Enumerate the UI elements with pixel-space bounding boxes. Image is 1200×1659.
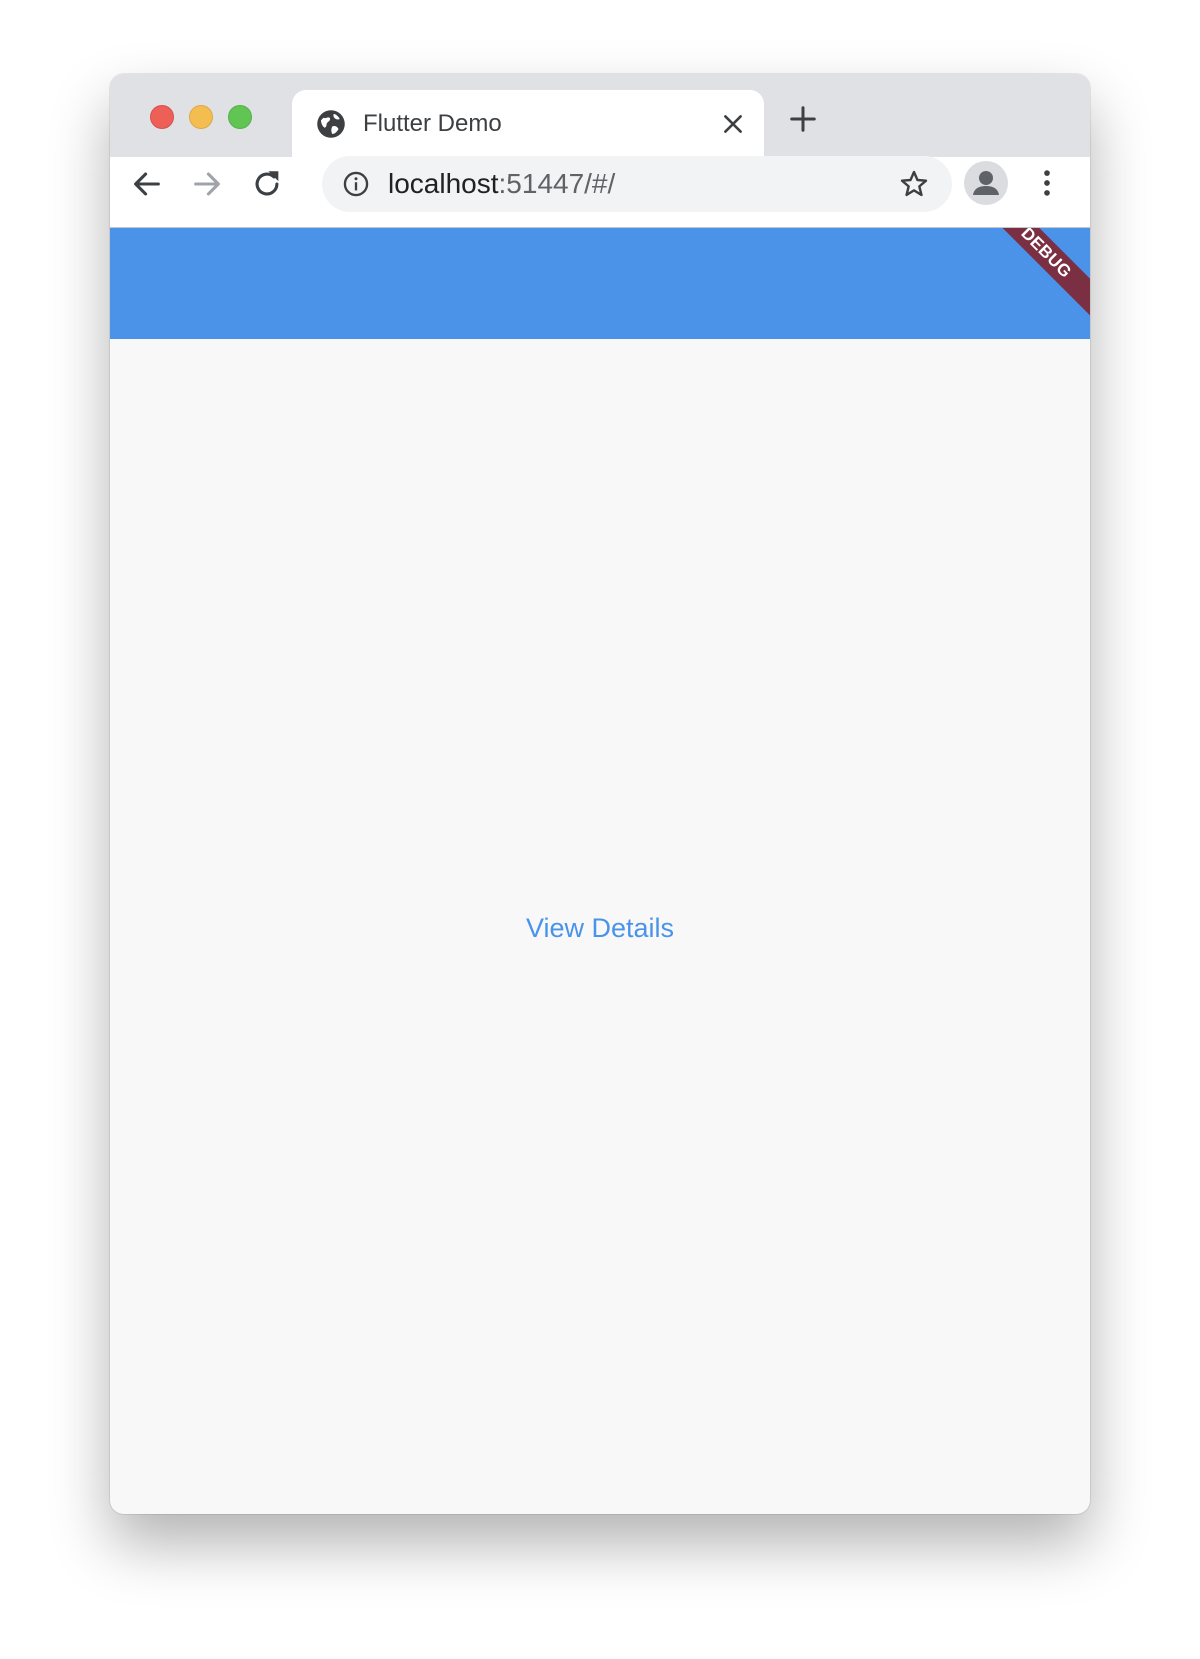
address-bar[interactable]: localhost:51447/#/ — [322, 156, 952, 212]
globe-icon — [317, 110, 345, 138]
minimize-window-button[interactable] — [189, 105, 213, 129]
app-bar: DEBUG — [110, 228, 1090, 339]
url-path: :51447/#/ — [498, 168, 616, 199]
tab-active[interactable]: Flutter Demo — [292, 90, 764, 157]
back-arrow-icon[interactable] — [130, 167, 164, 201]
more-options-icon[interactable] — [1030, 166, 1064, 200]
tab-title: Flutter Demo — [363, 110, 502, 137]
person-icon — [973, 171, 999, 195]
forward-arrow-icon[interactable] — [190, 167, 224, 201]
browser-window: Flutter Demo localhost:51447/#/ DEBUG Vi… — [110, 74, 1090, 1514]
maximize-window-button[interactable] — [228, 105, 252, 129]
url-text[interactable]: localhost:51447/#/ — [388, 166, 615, 202]
debug-banner: DEBUG — [974, 228, 1090, 325]
new-tab-icon[interactable] — [788, 104, 818, 134]
view-details-link[interactable]: View Details — [110, 911, 1090, 945]
close-window-button[interactable] — [150, 105, 174, 129]
profile-avatar[interactable] — [964, 161, 1008, 205]
url-host: localhost — [388, 168, 499, 199]
reload-icon[interactable] — [250, 167, 284, 201]
tab-strip: Flutter Demo — [110, 74, 1090, 157]
close-tab-icon[interactable] — [720, 111, 746, 137]
bookmark-star-icon[interactable] — [898, 168, 930, 200]
info-icon[interactable] — [342, 170, 370, 198]
app-body: View Details — [110, 339, 1090, 1514]
